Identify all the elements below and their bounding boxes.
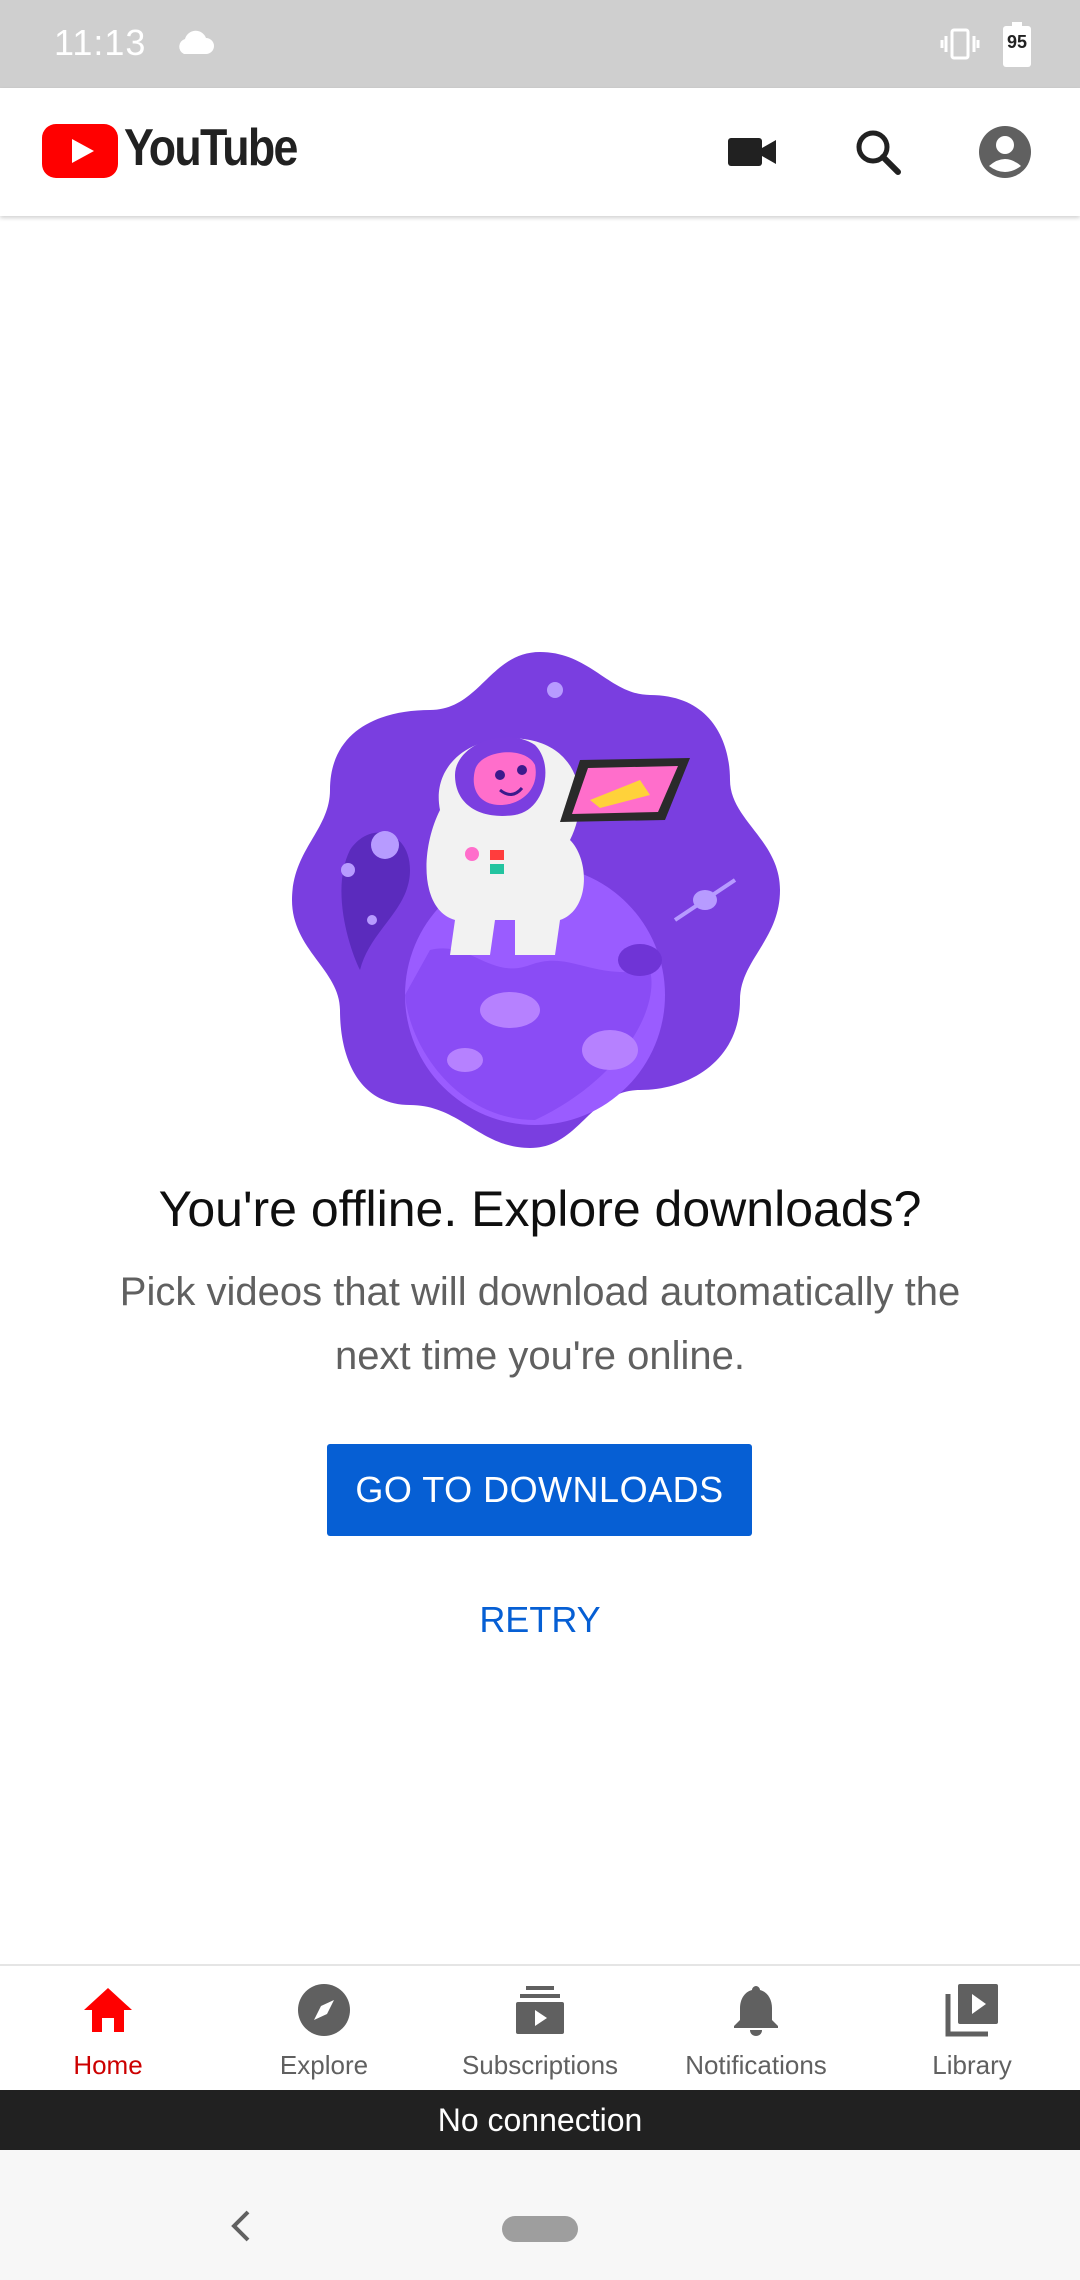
bottom-navigation: Home Explore Subscriptions Notifications… [0,1964,1080,2092]
nav-home-label: Home [73,2050,143,2080]
retry-button[interactable]: RETRY [440,1590,640,1650]
account-icon[interactable] [977,124,1033,180]
nav-notifications[interactable]: Notifications [648,1966,864,2092]
battery-level: 95 [1006,32,1028,52]
status-time: 11:13 [54,22,147,63]
nav-explore[interactable]: Explore [216,1966,432,2092]
home-icon [84,1988,132,2032]
offline-headline: You're offline. Explore downloads? [158,1181,922,1237]
explore-icon [298,1984,350,2036]
app-bar: YouTube [0,88,1080,216]
nav-subscriptions[interactable]: Subscriptions [432,1966,648,2092]
go-to-downloads-button[interactable]: GO TO DOWNLOADS [327,1444,752,1536]
back-icon[interactable] [226,2206,256,2246]
offline-subtext: Pick videos that will download automatic… [119,1270,961,1378]
nav-library[interactable]: Library [864,1966,1080,2092]
bell-icon [734,1986,778,2036]
nav-notifications-label: Notifications [685,2050,827,2080]
nav-home[interactable]: Home [0,1966,216,2092]
nav-subscriptions-label: Subscriptions [461,2050,619,2080]
search-icon[interactable] [850,124,906,180]
vibrate-icon [940,28,980,60]
youtube-logo-icon[interactable] [42,124,118,178]
brand-title[interactable]: YouTube [124,118,298,178]
nav-explore-label: Explore [279,2050,369,2080]
offline-astronaut-illustration [292,652,780,1148]
library-icon [945,1984,998,2037]
nav-library-label: Library [932,2050,1012,2080]
system-navigation-bar [0,2150,1080,2280]
subscriptions-icon [516,1986,564,2034]
no-connection-snackbar: No connection [0,2090,1080,2150]
status-bar: 11:13 95 [0,0,1080,88]
cloud-icon [179,30,214,54]
video-camera-icon[interactable] [724,124,780,180]
home-pill[interactable] [502,2216,578,2242]
